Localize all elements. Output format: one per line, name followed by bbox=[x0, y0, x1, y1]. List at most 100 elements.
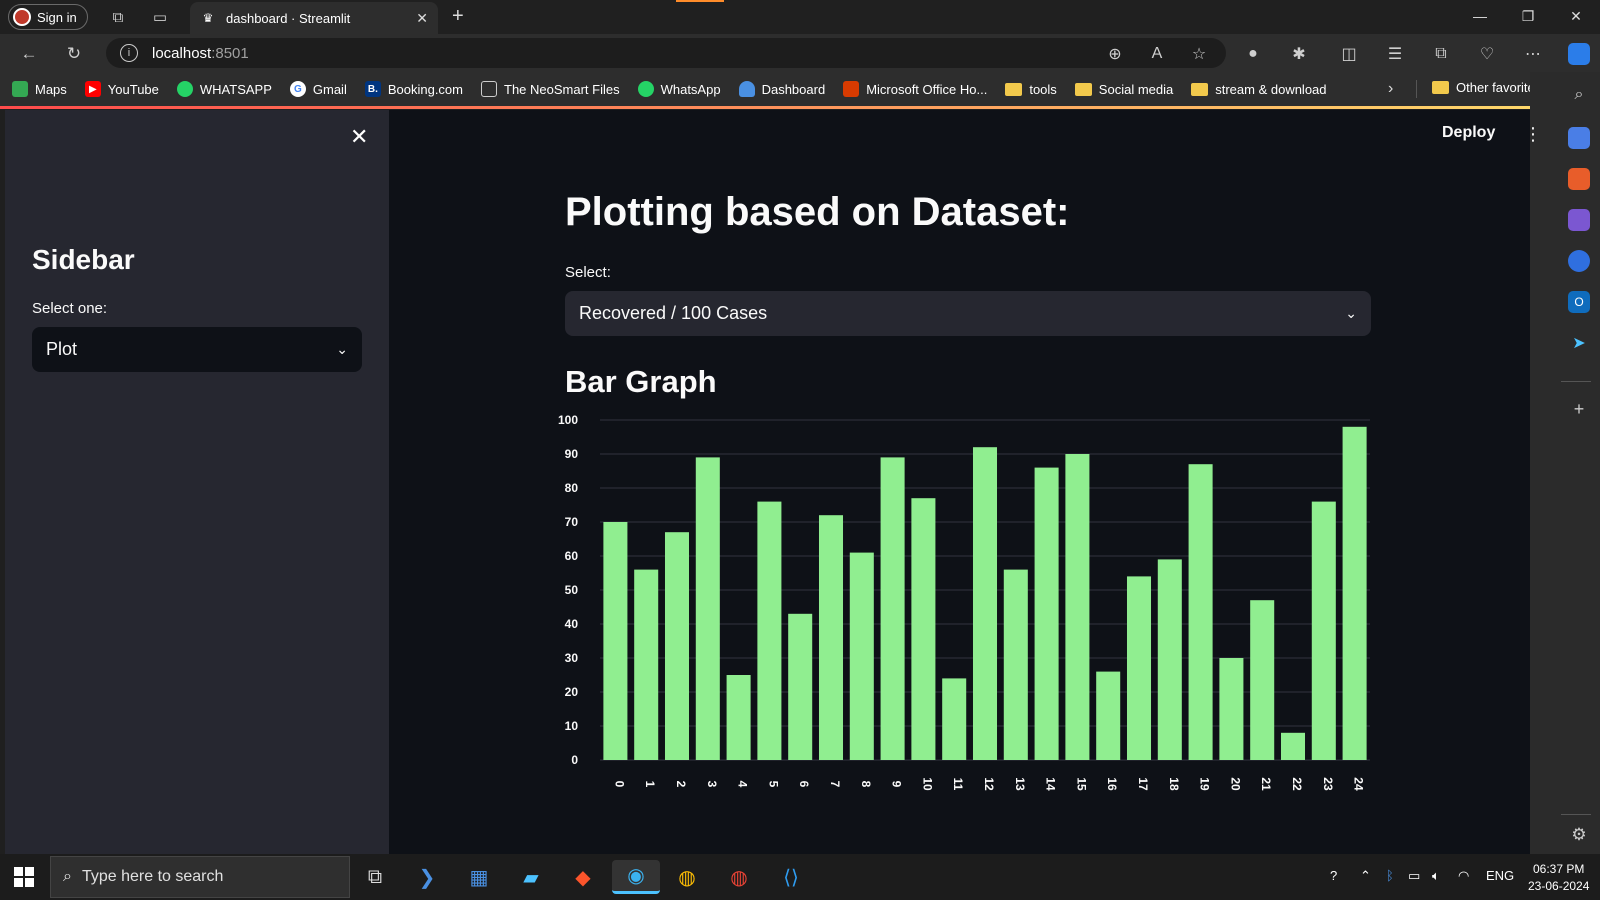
bar[interactable] bbox=[1003, 569, 1028, 760]
other-favorites[interactable]: Other favorites bbox=[1432, 80, 1541, 95]
bar[interactable] bbox=[1157, 559, 1182, 760]
bar[interactable] bbox=[788, 613, 813, 760]
site-info-icon[interactable]: i bbox=[120, 44, 138, 62]
favorite-office[interactable]: Microsoft Office Ho... bbox=[843, 81, 987, 97]
favorite-gmail[interactable]: G Gmail bbox=[289, 81, 347, 97]
accent-bar bbox=[676, 0, 724, 2]
bar[interactable] bbox=[757, 501, 782, 760]
bar[interactable] bbox=[726, 675, 751, 760]
dataset-select[interactable]: Recovered / 100 Cases ⌄ bbox=[565, 291, 1371, 336]
chevron-right-icon[interactable]: › bbox=[1388, 80, 1393, 98]
favorite-maps[interactable]: Maps bbox=[12, 81, 67, 97]
chrome-icon[interactable]: ◍ bbox=[670, 860, 704, 894]
minimize-icon[interactable]: — bbox=[1470, 6, 1490, 26]
copilot-icon[interactable] bbox=[1568, 43, 1590, 65]
games-icon[interactable] bbox=[1568, 209, 1590, 231]
windows-start-icon[interactable] bbox=[14, 867, 34, 887]
battery-icon[interactable]: ▭ bbox=[1408, 868, 1420, 884]
x-tick-label: 13 bbox=[1013, 777, 1027, 791]
store-icon[interactable]: ▦ bbox=[462, 860, 496, 894]
more-menu-icon[interactable]: ⋯ bbox=[1522, 43, 1544, 65]
tab-close-icon[interactable]: ✕ bbox=[416, 10, 428, 27]
bar[interactable] bbox=[911, 498, 936, 760]
browser-tab-active[interactable]: ♛ dashboard · Streamlit ✕ bbox=[190, 2, 438, 34]
settings-gear-icon[interactable]: ⚙ bbox=[1568, 824, 1590, 846]
profile-signin-button[interactable]: Sign in bbox=[8, 4, 88, 30]
deploy-button[interactable]: Deploy bbox=[1442, 124, 1495, 142]
send-icon[interactable]: ➤ bbox=[1568, 332, 1590, 354]
x-tick-label: 11 bbox=[951, 778, 965, 791]
brave-icon[interactable]: ◆ bbox=[566, 860, 600, 894]
collections-icon[interactable]: ⧉ bbox=[1430, 43, 1452, 65]
bar[interactable] bbox=[664, 532, 690, 760]
favorite-neosmart[interactable]: The NeoSmart Files bbox=[481, 81, 620, 97]
favorite-booking[interactable]: B. Booking.com bbox=[364, 81, 463, 97]
sidebar-close-icon[interactable]: ✕ bbox=[350, 124, 368, 150]
chevron-up-icon[interactable]: ⌃ bbox=[1360, 868, 1371, 884]
favorite-dashboard[interactable]: Dashboard bbox=[738, 81, 825, 97]
edge-icon[interactable]: ◉ bbox=[612, 860, 660, 894]
bar[interactable] bbox=[849, 552, 874, 760]
zoom-icon[interactable]: ⊕ bbox=[1104, 43, 1126, 65]
favorite-label: YouTube bbox=[107, 81, 159, 97]
refresh-icon[interactable]: ↻ bbox=[63, 43, 85, 65]
bar[interactable] bbox=[880, 457, 905, 760]
favorite-folder-tools[interactable]: tools bbox=[1005, 82, 1057, 97]
app-icon[interactable]: ▰ bbox=[514, 860, 548, 894]
favorite-star-icon[interactable]: ☆ bbox=[1188, 43, 1210, 65]
split-screen-icon[interactable]: ◫ bbox=[1338, 43, 1360, 65]
volume-icon[interactable]: 🔈︎ bbox=[1432, 868, 1440, 884]
bar[interactable] bbox=[1280, 732, 1306, 760]
bar[interactable] bbox=[603, 522, 628, 760]
address-bar[interactable]: i localhost:8501 bbox=[106, 38, 1226, 68]
tag-icon[interactable] bbox=[1568, 127, 1590, 149]
favorite-folder-social[interactable]: Social media bbox=[1074, 82, 1173, 97]
outlook-icon[interactable]: O bbox=[1568, 291, 1590, 313]
favorite-whatsapp[interactable]: WhatsApp bbox=[637, 81, 721, 97]
bar[interactable] bbox=[1311, 501, 1336, 760]
task-view-icon[interactable]: ⧉ bbox=[358, 860, 392, 894]
bar[interactable] bbox=[972, 447, 998, 760]
favorites-icon[interactable]: ☰ bbox=[1384, 43, 1406, 65]
powershell-icon[interactable]: ❯ bbox=[410, 860, 444, 894]
extension-drop-icon[interactable]: ● bbox=[1242, 43, 1264, 65]
bar[interactable] bbox=[1126, 576, 1152, 760]
chrome-profile-icon[interactable]: ◍ bbox=[722, 860, 756, 894]
back-icon[interactable]: ← bbox=[18, 43, 40, 65]
bar[interactable] bbox=[634, 569, 659, 760]
copilot-sidebar-icon[interactable] bbox=[1568, 250, 1590, 272]
wifi-icon[interactable]: ◠ bbox=[1458, 868, 1469, 884]
bar[interactable] bbox=[1096, 671, 1121, 760]
favorite-youtube[interactable]: ▶ YouTube bbox=[84, 81, 159, 97]
bar[interactable] bbox=[942, 678, 967, 760]
bar[interactable] bbox=[1250, 600, 1275, 760]
bar[interactable] bbox=[1065, 454, 1090, 760]
main-menu-icon[interactable]: ⋮ bbox=[1524, 124, 1542, 145]
bar[interactable] bbox=[1342, 426, 1367, 760]
bluetooth-icon[interactable]: ᛒ bbox=[1386, 868, 1394, 883]
bar[interactable] bbox=[1219, 658, 1244, 760]
sidebar-select[interactable]: Plot ⌄ bbox=[32, 327, 362, 372]
taskbar-search[interactable]: ⌕ Type here to search bbox=[50, 856, 350, 898]
extensions-icon[interactable]: ✱ bbox=[1288, 43, 1310, 65]
bar[interactable] bbox=[1188, 464, 1213, 760]
help-icon[interactable]: ? bbox=[1330, 868, 1337, 883]
vertical-tabs-icon[interactable]: ▭ bbox=[150, 7, 170, 27]
language-indicator[interactable]: ENG bbox=[1486, 868, 1514, 883]
bar[interactable] bbox=[818, 515, 844, 760]
read-aloud-icon[interactable]: A bbox=[1146, 43, 1168, 65]
bar[interactable] bbox=[1034, 467, 1059, 760]
favorite-whatsapp-upper[interactable]: WHATSAPP bbox=[176, 81, 272, 97]
window-close-icon[interactable]: ✕ bbox=[1566, 6, 1586, 26]
restore-icon[interactable]: ❐ bbox=[1518, 6, 1538, 26]
workspaces-icon[interactable]: ⧉ bbox=[108, 7, 128, 27]
clock[interactable]: 06:37 PM 23-06-2024 bbox=[1528, 861, 1589, 895]
favorite-folder-stream[interactable]: stream & download bbox=[1191, 82, 1327, 97]
browser-essentials-icon[interactable]: ♡ bbox=[1476, 43, 1498, 65]
bar[interactable] bbox=[695, 457, 720, 760]
add-icon[interactable]: + bbox=[1568, 398, 1590, 420]
new-tab-icon[interactable]: + bbox=[452, 5, 464, 28]
search-icon[interactable]: ⌕ bbox=[1568, 84, 1590, 106]
toolbox-icon[interactable] bbox=[1568, 168, 1590, 190]
vscode-icon[interactable]: ⟨⟩ bbox=[774, 860, 808, 894]
